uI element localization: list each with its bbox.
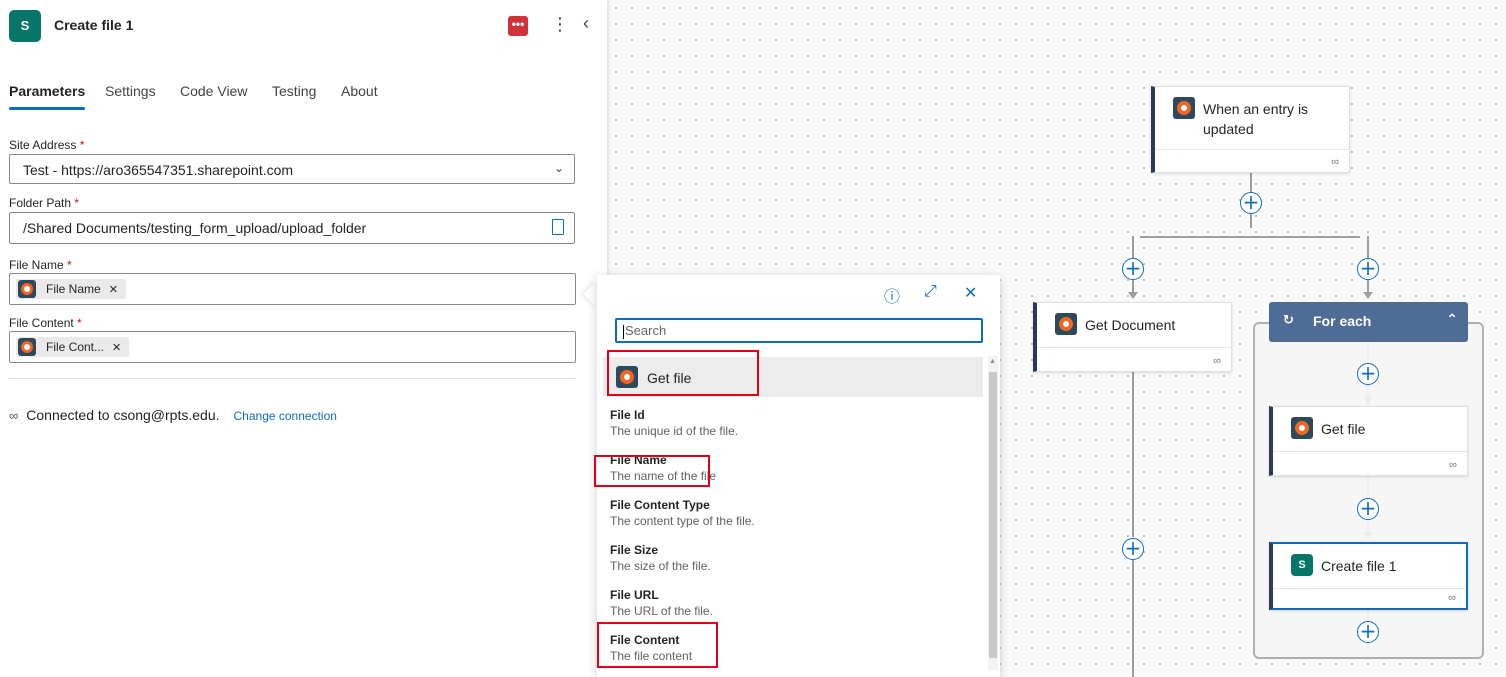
collapse-panel-icon[interactable]: ‹ [583,13,589,34]
list-item[interactable]: File Id The unique id of the file. [610,407,970,439]
link-icon: ∞ [1331,156,1339,168]
site-address-label: Site Address * [9,138,85,152]
highlight-box [597,622,718,668]
folder-path-value: /Shared Documents/testing_form_upload/up… [23,220,367,236]
popup-toolbar: ⓘ ⤢ ✕ [884,283,984,306]
add-step-button[interactable]: + [1357,498,1379,520]
create-file-title: Create file 1 [1321,558,1397,574]
create-file-card[interactable]: S Create file 1 ∞ [1269,542,1468,610]
file-content-label: File Content * [9,316,82,330]
more-options-icon[interactable]: ⋮ [551,14,569,35]
folder-path-label: Folder Path * [9,196,80,210]
get-file-card[interactable]: Get file ∞ [1269,406,1468,476]
sharepoint-icon: S [1291,554,1313,576]
dynamic-token[interactable]: File Cont... ✕ [16,337,130,357]
add-step-button[interactable]: + [1357,621,1379,643]
search-input[interactable]: Search [615,318,983,343]
add-step-button[interactable]: + [1122,538,1144,560]
divider [9,378,575,379]
scrollbar-thumb[interactable] [989,372,997,658]
trigger-card[interactable]: When an entry is updated ∞ [1151,86,1350,173]
app-connector-icon [1173,97,1195,119]
list-item[interactable]: File Size The size of the file. [610,542,970,574]
get-document-card[interactable]: Get Document ∞ [1033,302,1232,372]
list-item[interactable]: File URL The URL of the file. [610,587,970,619]
dynamic-content-list: Get file File Id The unique id of the fi… [603,357,983,667]
dynamic-token[interactable]: File Name ✕ [16,279,126,299]
chevron-down-icon[interactable]: ⌄ [554,161,564,175]
file-content-input[interactable]: File Cont... ✕ [9,331,576,363]
tab-parameters[interactable]: Parameters [9,83,86,110]
remove-token-icon[interactable]: ✕ [109,284,118,296]
foreach-header[interactable]: ↻ For each ⌃ [1269,302,1468,342]
add-step-button[interactable]: + [1357,258,1379,280]
highlight-box [594,455,710,487]
expand-icon[interactable]: ⤢ [924,283,937,301]
tab-about[interactable]: About [341,83,378,99]
folder-path-input[interactable]: /Shared Documents/testing_form_upload/up… [9,212,575,244]
close-icon[interactable]: ✕ [964,283,977,303]
foreach-title: For each [1313,313,1372,329]
link-icon: ∞ [1448,592,1456,604]
file-name-label: File Name * [9,258,72,272]
change-connection-link[interactable]: Change connection [234,409,337,423]
action-details-panel: S Create file 1 ••• ⋮ ‹ Parameters Setti… [0,0,607,677]
list-item[interactable]: File Content Type The content type of th… [610,497,970,529]
app-connector-icon [18,280,36,298]
site-address-dropdown[interactable]: Test - https://aro365547351.sharepoint.c… [9,154,575,184]
tab-settings[interactable]: Settings [105,83,156,99]
site-address-value: Test - https://aro365547351.sharepoint.c… [23,162,294,178]
panel-title[interactable]: Create file 1 [54,17,133,33]
highlight-box [607,350,759,396]
scroll-up-icon[interactable]: ▲ [989,358,996,365]
chevron-up-icon[interactable]: ⌃ [1446,311,1458,328]
loop-icon: ↻ [1283,312,1294,327]
tab-testing[interactable]: Testing [272,83,316,99]
get-file-title: Get file [1321,421,1366,437]
remove-token-icon[interactable]: ✕ [112,342,121,354]
app-connector-icon [1291,417,1313,439]
folder-picker-icon[interactable] [552,219,564,235]
info-icon[interactable]: ⓘ [884,283,900,307]
scrollbar[interactable]: ▲ [988,356,998,670]
add-step-button[interactable]: + [1240,192,1262,214]
app-connector-icon [1055,313,1077,335]
connection-icon: ∞ [9,408,19,423]
panel-header: S Create file 1 ••• ⋮ ‹ [0,0,607,52]
error-icon[interactable]: ••• [508,16,528,36]
tab-code-view[interactable]: Code View [180,83,247,99]
add-step-button[interactable]: + [1122,258,1144,280]
app-connector-icon [18,338,36,356]
connection-info: ∞ Connected to csong@rpts.edu. Change conn… [9,407,337,423]
add-step-button[interactable]: + [1357,363,1379,385]
link-icon: ∞ [1213,355,1221,367]
trigger-title: When an entry is updated [1203,101,1309,137]
sharepoint-icon: S [9,10,41,42]
link-icon: ∞ [1449,459,1457,471]
file-name-input[interactable]: File Name ✕ [9,273,576,305]
get-document-title: Get Document [1085,317,1176,333]
